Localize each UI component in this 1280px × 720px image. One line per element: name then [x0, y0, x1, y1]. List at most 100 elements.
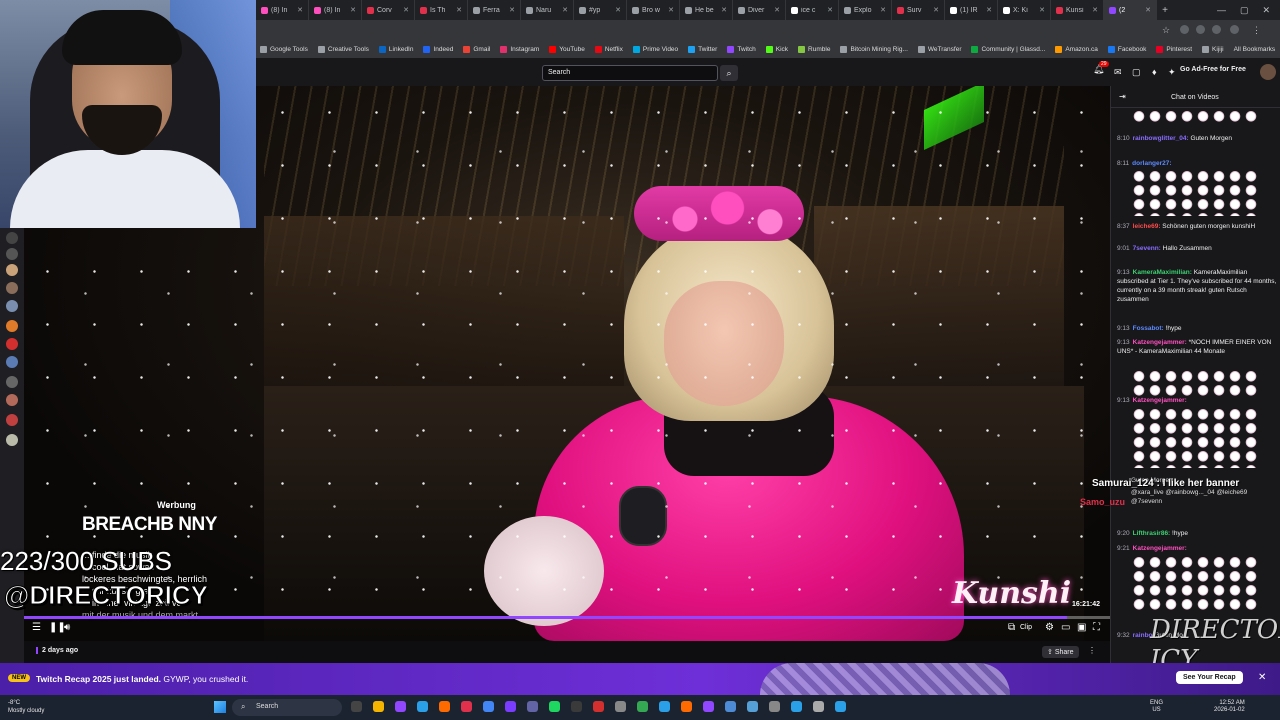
chat-username[interactable]: Fossabot:: [1133, 325, 1164, 332]
menu-dots-icon[interactable]: ⋮: [1252, 25, 1261, 36]
channel-avatar[interactable]: [6, 414, 18, 426]
channel-avatar[interactable]: [6, 394, 18, 406]
taskbar-app-icon[interactable]: [747, 701, 758, 712]
bookmark-item[interactable]: Kijiji: [1202, 45, 1224, 53]
browser-tab[interactable]: (1) IR ✕: [945, 0, 998, 20]
browser-tab[interactable]: Explo ✕: [839, 0, 892, 20]
bookmark-item[interactable]: Rumble: [798, 45, 830, 53]
browser-tab[interactable]: Corv ✕: [362, 0, 415, 20]
tab-close-icon[interactable]: ✕: [350, 6, 356, 14]
taskbar-app-icon[interactable]: [483, 701, 494, 712]
ad-free-button[interactable]: Go Ad-Free for Free: [1180, 66, 1246, 73]
inbox-icon[interactable]: ✉: [1114, 67, 1122, 78]
taskbar-app-icon[interactable]: [571, 701, 582, 712]
close-icon[interactable]: ✕: [1262, 5, 1270, 16]
taskbar-app-icon[interactable]: [725, 701, 736, 712]
channel-avatar[interactable]: [6, 376, 18, 388]
tab-close-icon[interactable]: ✕: [456, 6, 462, 14]
taskbar-app-icon[interactable]: [395, 701, 406, 712]
tab-close-icon[interactable]: ✕: [509, 6, 515, 14]
browser-tab[interactable]: Surv ✕: [892, 0, 945, 20]
taskbar-search[interactable]: ⌕ Search: [232, 699, 342, 716]
bookmark-item[interactable]: Bitcoin Mining Rig...: [840, 45, 908, 53]
tab-close-icon[interactable]: ✕: [1145, 6, 1151, 14]
bookmark-item[interactable]: Amazon.ca: [1055, 45, 1098, 53]
taskbar-app-icon[interactable]: [439, 701, 450, 712]
browser-tab[interactable]: (8) In ✕: [309, 0, 362, 20]
bookmark-item[interactable]: Prime Video: [632, 45, 678, 53]
taskbar-app-icon[interactable]: [835, 701, 846, 712]
fullscreen-icon[interactable]: ⛶: [1093, 622, 1100, 633]
browser-tab[interactable]: Kunsi ✕: [1051, 0, 1104, 20]
taskbar-app-icon[interactable]: [461, 701, 472, 712]
all-bookmarks-button[interactable]: All Bookmarks: [1234, 46, 1280, 53]
weather-widget[interactable]: -8°C Mostly cloudy: [8, 699, 44, 715]
new-tab-button[interactable]: +: [1157, 5, 1173, 16]
tab-close-icon[interactable]: ✕: [297, 6, 303, 14]
browser-tab[interactable]: Bro w ✕: [627, 0, 680, 20]
browser-tab[interactable]: Is Th ✕: [415, 0, 468, 20]
taskbar-app-icon[interactable]: [703, 701, 714, 712]
tab-close-icon[interactable]: ✕: [986, 6, 992, 14]
channel-avatar[interactable]: [6, 300, 18, 312]
channel-avatar[interactable]: [6, 356, 18, 368]
tab-close-icon[interactable]: ✕: [1039, 6, 1045, 14]
chat-username[interactable]: rainbowglitter_04:: [1133, 135, 1189, 142]
browser-tab[interactable]: ice c ✕: [786, 0, 839, 20]
browser-tab[interactable]: Naru ✕: [521, 0, 574, 20]
share-button[interactable]: ⇪ Share: [1042, 646, 1079, 658]
tab-close-icon[interactable]: ✕: [668, 6, 674, 14]
taskbar-app-icon[interactable]: [505, 701, 516, 712]
theatre-mode-icon[interactable]: ▭: [1061, 622, 1070, 633]
tab-close-icon[interactable]: ✕: [403, 6, 409, 14]
tab-close-icon[interactable]: ✕: [721, 6, 727, 14]
user-avatar[interactable]: [1260, 64, 1276, 80]
chat-username[interactable]: dorlanger27:: [1132, 160, 1171, 167]
browser-tab[interactable]: He be ✕: [680, 0, 733, 20]
bookmark-item[interactable]: Twitch: [727, 45, 756, 53]
browser-tab[interactable]: (2 ✕: [1104, 0, 1157, 20]
windows-start-icon[interactable]: [214, 701, 226, 713]
channel-avatar[interactable]: [6, 434, 18, 446]
tab-close-icon[interactable]: ✕: [562, 6, 568, 14]
extension-icon[interactable]: [1196, 25, 1205, 34]
more-options-icon[interactable]: ⋮: [1088, 646, 1096, 655]
language-indicator[interactable]: ENG US: [1150, 700, 1163, 714]
system-clock[interactable]: 12:52 AM 2026-01-02: [1214, 700, 1245, 714]
bookmark-item[interactable]: Creative Tools: [317, 45, 369, 53]
chat-username[interactable]: Katzengejammer:: [1133, 397, 1187, 404]
bookmark-item[interactable]: Netflix: [594, 45, 623, 53]
tab-close-icon[interactable]: ✕: [933, 6, 939, 14]
bookmark-item[interactable]: Gmail: [463, 45, 490, 53]
taskbar-app-icon[interactable]: [681, 701, 692, 712]
chat-username[interactable]: KameraMaximilian:: [1133, 269, 1192, 276]
bookmark-item[interactable]: Google Tools: [260, 45, 308, 53]
bookmark-item[interactable]: Instagram: [500, 45, 539, 53]
tab-close-icon[interactable]: ✕: [615, 6, 621, 14]
search-button[interactable]: ⌕: [720, 65, 738, 81]
chat-username[interactable]: Katzengejammer:: [1133, 339, 1187, 346]
taskbar-app-icon[interactable]: [637, 701, 648, 712]
channel-avatar[interactable]: [6, 320, 18, 332]
extension-icon[interactable]: [1212, 25, 1221, 34]
browser-tab[interactable]: Diver ✕: [733, 0, 786, 20]
bookmark-item[interactable]: WeTransfer: [917, 45, 961, 53]
chat-username[interactable]: 7sevenn:: [1133, 245, 1161, 252]
see-recap-button[interactable]: See Your Recap: [1176, 671, 1243, 684]
taskbar-app-icon[interactable]: [593, 701, 604, 712]
channel-avatar[interactable]: [6, 248, 18, 260]
video-progress-bar[interactable]: [24, 616, 1110, 619]
bookmark-item[interactable]: Pinterest: [1156, 45, 1192, 53]
bookmark-item[interactable]: Kick: [765, 45, 788, 53]
bookmark-item[interactable]: Indeed: [423, 45, 453, 53]
maximize-icon[interactable]: ▢: [1240, 5, 1249, 16]
tab-close-icon[interactable]: ✕: [774, 6, 780, 14]
volume-icon[interactable]: 🔊︎: [64, 622, 70, 633]
chapters-icon[interactable]: ☰: [32, 622, 41, 633]
chat-username[interactable]: leiche69:: [1133, 223, 1161, 230]
tab-close-icon[interactable]: ✕: [1092, 6, 1098, 14]
bookmark-item[interactable]: LinkedIn: [378, 45, 413, 53]
profile-avatar-icon[interactable]: [1230, 25, 1239, 34]
whispers-icon[interactable]: ▢: [1132, 67, 1141, 78]
chat-username[interactable]: Lifthrasir86:: [1133, 530, 1171, 537]
